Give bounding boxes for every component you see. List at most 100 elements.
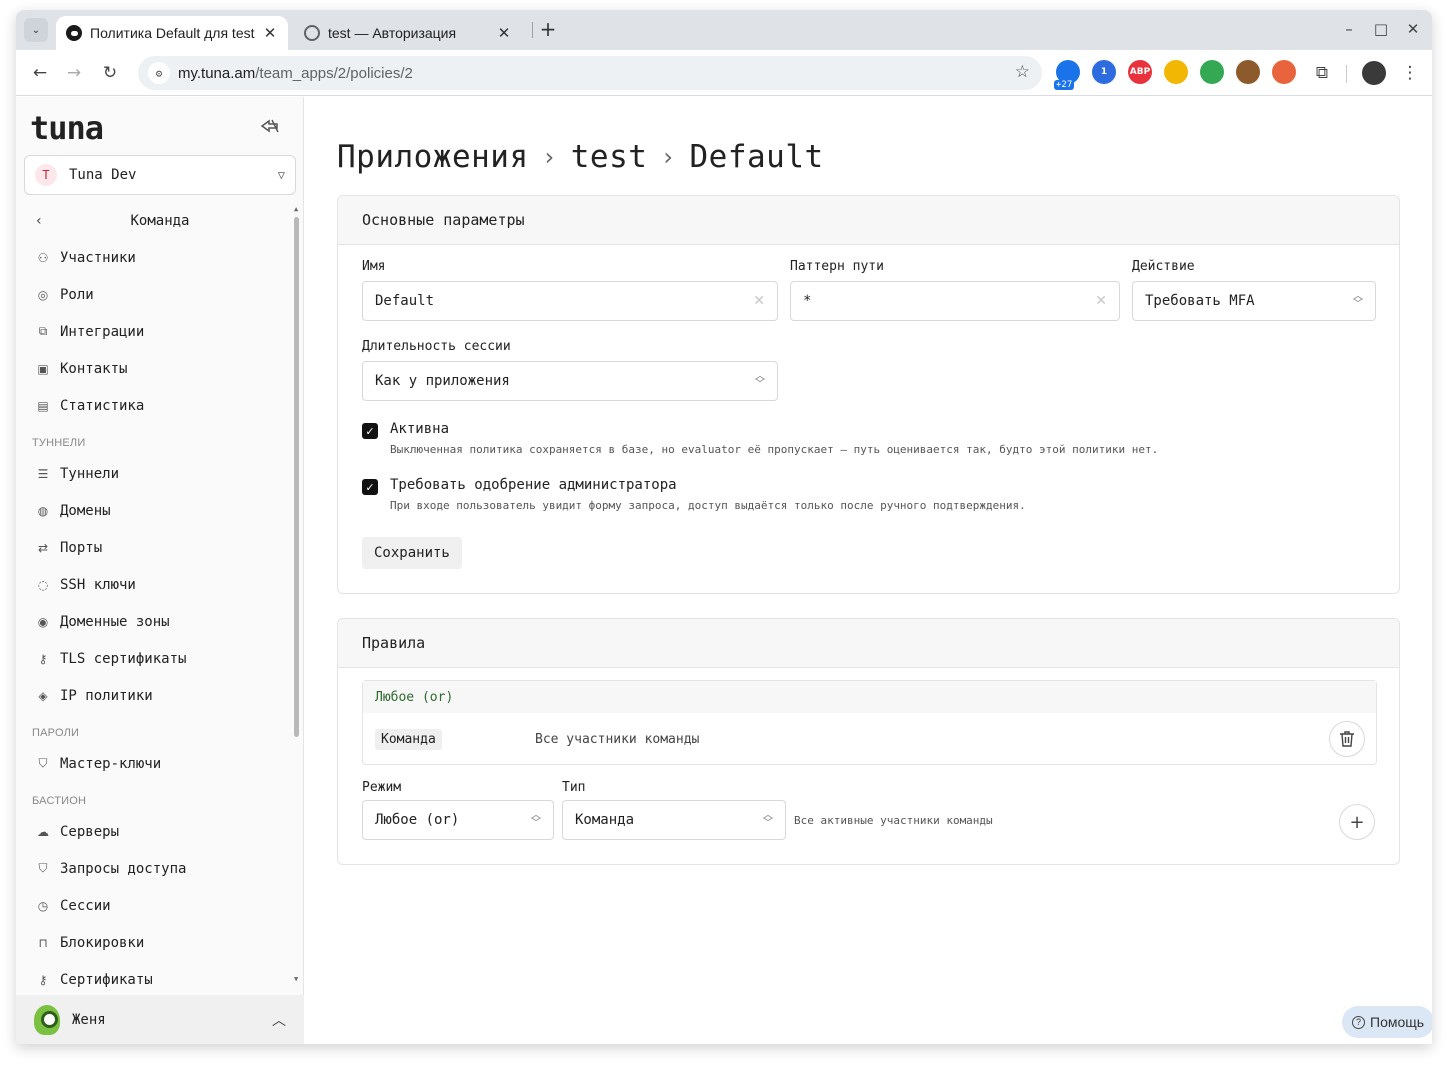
team-selector[interactable]: T Tuna Dev ▽: [24, 155, 296, 195]
close-icon[interactable]: ✕: [262, 24, 278, 42]
sidebar-item[interactable]: ◌ SSH ключи: [16, 566, 304, 603]
extensions-row: +27 1 ABP: [1054, 60, 1296, 90]
browser-toolbar: ← → ↻ ⚙ my.tuna.am/team_apps/2/policies/…: [16, 50, 1432, 96]
sidebar-scrollbar[interactable]: [294, 217, 299, 737]
tab-search-button[interactable]: ⌄: [24, 18, 48, 42]
sidebar-item[interactable]: ☰ Туннели: [16, 455, 304, 492]
team-avatar: T: [35, 164, 57, 186]
updown-chevron-icon: ︿ ﹀: [531, 810, 541, 829]
sidebar-item-label: Домены: [60, 502, 111, 519]
chevron-left-icon: ‹: [36, 213, 42, 229]
sidebar-item-label: Сессии: [60, 897, 111, 914]
mode-select[interactable]: Любое (or) ︿ ﹀: [362, 800, 554, 840]
sidebar-item[interactable]: ▤ Статистика: [16, 387, 304, 424]
network-icon: ◈: [38, 688, 48, 703]
chevron-up-icon: ︿: [272, 1012, 286, 1029]
type-select[interactable]: Команда ︿ ﹀: [562, 800, 786, 840]
session-select[interactable]: Как у приложения ︿ ﹀: [362, 361, 778, 401]
cloud-icon: ☁: [37, 824, 49, 839]
cookie-ext-icon[interactable]: [1236, 60, 1260, 84]
user-menu[interactable]: Женя ︿: [16, 995, 304, 1044]
save-button[interactable]: Сохранить: [362, 537, 462, 569]
sidebar-item[interactable]: ◉ Доменные зоны: [16, 603, 304, 640]
breadcrumb-policy: Default: [689, 139, 824, 175]
sidebar-item-label: SSH ключи: [60, 576, 136, 593]
chevron-right-icon: ›: [544, 143, 555, 171]
help-button[interactable]: ? Помощь: [1342, 1006, 1432, 1038]
rule-tag: Команда: [375, 728, 442, 750]
browser-window: ⌄ Политика Default для test ✕ test — Авт…: [16, 10, 1432, 1044]
scroll-up-icon[interactable]: ▲: [294, 205, 298, 213]
action-select[interactable]: Требовать MFA ︿ ﹀: [1132, 281, 1376, 321]
url-host: my.tuna.am: [178, 64, 256, 82]
sidebar-item[interactable]: ▣ Контакты: [16, 350, 304, 387]
sidebar-item[interactable]: ⇄ Порты: [16, 529, 304, 566]
color-ext-1-icon[interactable]: [1164, 60, 1188, 84]
action-value: Требовать MFA: [1145, 293, 1255, 309]
sidebar-item[interactable]: ⛉ Запросы доступа: [16, 850, 304, 887]
clock-icon: ◷: [37, 898, 49, 913]
puzzle-extensions-icon[interactable]: ⧉: [1310, 61, 1334, 85]
tab-title: test — Авторизация: [328, 25, 457, 41]
sidebar-item[interactable]: ◷ Сессии: [16, 887, 304, 924]
clear-icon[interactable]: ✕: [753, 293, 765, 309]
path-input[interactable]: * ✕: [790, 281, 1120, 321]
name-value: Default: [375, 293, 435, 309]
sidebar-item-label: Блокировки: [60, 934, 145, 951]
delete-rule-button[interactable]: [1329, 721, 1365, 757]
sidebar-item[interactable]: ◍ Домены: [16, 492, 304, 529]
forward-arrow-icon[interactable]: →: [62, 61, 86, 85]
sidebar-item[interactable]: ⚷ TLS сертификаты: [16, 640, 304, 677]
profile-avatar[interactable]: [1362, 61, 1386, 85]
bookmark-star-icon[interactable]: ☆: [1015, 62, 1030, 82]
action-label: Действие: [1132, 259, 1195, 274]
close-icon[interactable]: ✕: [496, 24, 512, 42]
new-tab-button[interactable]: +: [536, 18, 560, 42]
address-bar[interactable]: ⚙ my.tuna.am/team_apps/2/policies/2 ☆: [138, 56, 1042, 90]
extension-badge: +27: [1054, 80, 1075, 90]
add-rule-button[interactable]: +: [1339, 804, 1375, 840]
sidebar-item[interactable]: ⧉ Интеграции: [16, 313, 304, 350]
session-label: Длительность сессии: [362, 339, 511, 354]
plus-icon: +: [1349, 811, 1365, 833]
maximize-icon[interactable]: □: [1370, 18, 1392, 40]
adblock-ext-icon[interactable]: ABP: [1128, 60, 1152, 84]
active-checkbox[interactable]: ✓: [362, 423, 378, 439]
tab-policy[interactable]: Политика Default для test ✕: [56, 16, 288, 50]
globe-icon: ◍: [37, 503, 49, 518]
reload-icon[interactable]: ↻: [98, 61, 122, 85]
asterisk-ext-icon[interactable]: [1272, 60, 1296, 84]
sidebar-item[interactable]: ⚇ Участники: [16, 239, 304, 276]
collapse-sidebar-icon[interactable]: [260, 119, 282, 135]
minimize-icon[interactable]: –: [1338, 18, 1360, 40]
updown-chevron-icon: ︿ ﹀: [1353, 291, 1363, 310]
name-input[interactable]: Default ✕: [362, 281, 778, 321]
site-info-icon[interactable]: ⚙: [148, 62, 170, 84]
nav-back-team[interactable]: ‹ Команда: [16, 203, 304, 239]
sidebar-item-label: Запросы доступа: [60, 860, 187, 877]
breadcrumb-apps[interactable]: Приложения: [337, 139, 529, 175]
1password-ext-icon[interactable]: 1: [1092, 60, 1116, 84]
shield-check-icon: ⛉: [38, 756, 48, 770]
back-arrow-icon[interactable]: ←: [28, 61, 52, 85]
sidebar-item[interactable]: ◎ Роли: [16, 276, 304, 313]
approval-text: Требовать одобрение администратора При в…: [390, 477, 1026, 512]
sidebar-item[interactable]: ◈ IP политики: [16, 677, 304, 714]
integrations-icon: ⧉: [38, 324, 48, 338]
active-text: Активна Выключенная политика сохраняется…: [390, 421, 1158, 456]
breadcrumb-app[interactable]: test: [571, 139, 648, 175]
menu-dots-icon[interactable]: ⋮: [1398, 61, 1422, 85]
clear-icon[interactable]: ✕: [1095, 293, 1107, 309]
session-value: Как у приложения: [375, 373, 510, 389]
sidebar-item[interactable]: ⚷ Сертификаты: [16, 961, 304, 988]
color-ext-2-icon[interactable]: [1200, 60, 1224, 84]
sidebar-item[interactable]: ☁ Серверы: [16, 813, 304, 850]
sidebar-item[interactable]: ⊓ Блокировки: [16, 924, 304, 961]
tab-auth[interactable]: test — Авторизация ✕: [292, 16, 524, 50]
sidebar-item[interactable]: ⛉ Мастер-ключи: [16, 745, 304, 782]
scroll-down-icon[interactable]: ▼: [294, 975, 298, 983]
sidebar-item-label: Сертификаты: [60, 971, 153, 988]
nav-section-title: БАСТИОН: [32, 795, 87, 807]
close-window-icon[interactable]: ✕: [1402, 18, 1424, 40]
approval-checkbox[interactable]: ✓: [362, 479, 378, 495]
